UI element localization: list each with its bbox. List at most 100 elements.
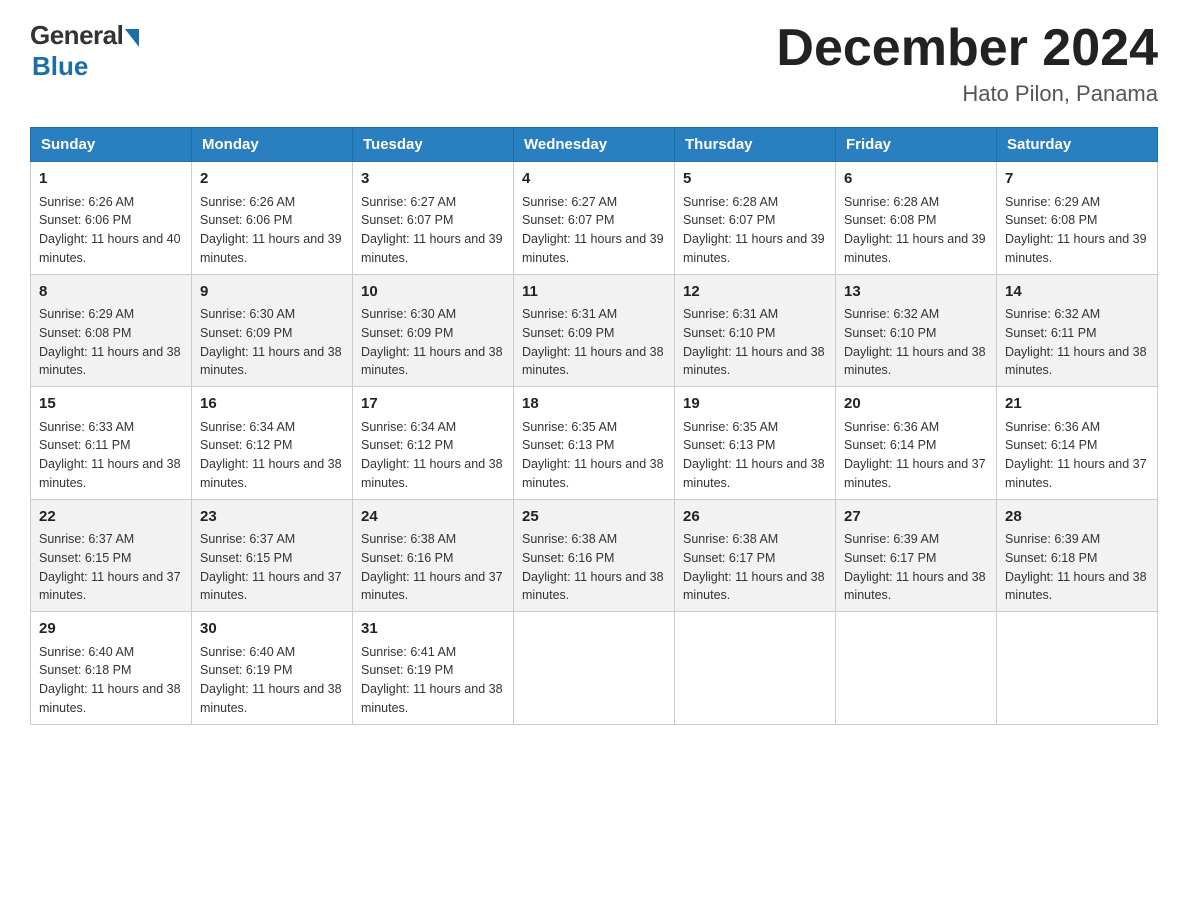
table-row — [514, 612, 675, 725]
table-row: 2 Sunrise: 6:26 AMSunset: 6:06 PMDaylight… — [192, 162, 353, 275]
day-info: Sunrise: 6:37 AMSunset: 6:15 PMDaylight:… — [200, 532, 342, 602]
day-info: Sunrise: 6:41 AMSunset: 6:19 PMDaylight:… — [361, 645, 503, 715]
day-info: Sunrise: 6:30 AMSunset: 6:09 PMDaylight:… — [200, 307, 342, 377]
day-number: 5 — [683, 168, 827, 191]
logo-arrow-icon — [125, 29, 139, 47]
day-number: 27 — [844, 506, 988, 529]
calendar-week-row: 29 Sunrise: 6:40 AMSunset: 6:18 PMDayligh… — [31, 612, 1158, 725]
day-number: 19 — [683, 393, 827, 416]
day-info: Sunrise: 6:38 AMSunset: 6:16 PMDaylight:… — [361, 532, 503, 602]
table-row: 4 Sunrise: 6:27 AMSunset: 6:07 PMDaylight… — [514, 162, 675, 275]
calendar-week-row: 22 Sunrise: 6:37 AMSunset: 6:15 PMDayligh… — [31, 499, 1158, 612]
day-number: 15 — [39, 393, 183, 416]
table-row: 12Sunrise: 6:31 AMSunset: 6:10 PMDayligh… — [675, 274, 836, 387]
day-number: 21 — [1005, 393, 1149, 416]
day-info: Sunrise: 6:39 AMSunset: 6:17 PMDaylight:… — [844, 532, 986, 602]
month-title: December 2024 — [776, 20, 1158, 77]
table-row: 22Sunrise: 6:37 AMSunset: 6:15 PMDayligh… — [31, 499, 192, 612]
day-info: Sunrise: 6:35 AMSunset: 6:13 PMDaylight:… — [522, 420, 664, 490]
logo-general-text: General — [30, 20, 123, 51]
table-row: 28 Sunrise: 6:39 AMSunset: 6:18 PMDayligh… — [997, 499, 1158, 612]
header-friday: Friday — [836, 128, 997, 162]
day-info: Sunrise: 6:34 AMSunset: 6:12 PMDaylight:… — [361, 420, 503, 490]
table-row: 17 Sunrise: 6:34 AMSunset: 6:12 PMDayligh… — [353, 387, 514, 500]
table-row: 8Sunrise: 6:29 AMSunset: 6:08 PMDaylight… — [31, 274, 192, 387]
day-info: Sunrise: 6:40 AMSunset: 6:18 PMDaylight:… — [39, 645, 181, 715]
table-row: 25 Sunrise: 6:38 AMSunset: 6:16 PMDayligh… — [514, 499, 675, 612]
day-info: Sunrise: 6:32 AMSunset: 6:11 PMDaylight:… — [1005, 307, 1147, 377]
day-number: 13 — [844, 281, 988, 304]
table-row: 30 Sunrise: 6:40 AMSunset: 6:19 PMDayligh… — [192, 612, 353, 725]
day-number: 4 — [522, 168, 666, 191]
title-section: December 2024 Hato Pilon, Panama — [776, 20, 1158, 107]
day-number: 17 — [361, 393, 505, 416]
calendar-week-row: 8Sunrise: 6:29 AMSunset: 6:08 PMDaylight… — [31, 274, 1158, 387]
table-row: 21Sunrise: 6:36 AMSunset: 6:14 PMDayligh… — [997, 387, 1158, 500]
day-number: 2 — [200, 168, 344, 191]
day-info: Sunrise: 6:31 AMSunset: 6:09 PMDaylight:… — [522, 307, 664, 377]
table-row: 20Sunrise: 6:36 AMSunset: 6:14 PMDayligh… — [836, 387, 997, 500]
day-info: Sunrise: 6:35 AMSunset: 6:13 PMDaylight:… — [683, 420, 825, 490]
day-number: 24 — [361, 506, 505, 529]
table-row: 6 Sunrise: 6:28 AMSunset: 6:08 PMDaylight… — [836, 162, 997, 275]
day-number: 29 — [39, 618, 183, 641]
day-info: Sunrise: 6:31 AMSunset: 6:10 PMDaylight:… — [683, 307, 825, 377]
header-wednesday: Wednesday — [514, 128, 675, 162]
day-info: Sunrise: 6:28 AMSunset: 6:08 PMDaylight:… — [844, 195, 986, 265]
day-info: Sunrise: 6:33 AMSunset: 6:11 PMDaylight:… — [39, 420, 181, 490]
day-info: Sunrise: 6:26 AMSunset: 6:06 PMDaylight:… — [200, 195, 342, 265]
table-row: 3 Sunrise: 6:27 AMSunset: 6:07 PMDaylight… — [353, 162, 514, 275]
table-row: 15 Sunrise: 6:33 AMSunset: 6:11 PMDayligh… — [31, 387, 192, 500]
day-number: 23 — [200, 506, 344, 529]
table-row: 9 Sunrise: 6:30 AMSunset: 6:09 PMDaylight… — [192, 274, 353, 387]
header-thursday: Thursday — [675, 128, 836, 162]
calendar-table: Sunday Monday Tuesday Wednesday Thursday… — [30, 127, 1158, 725]
day-info: Sunrise: 6:29 AMSunset: 6:08 PMDaylight:… — [1005, 195, 1147, 265]
table-row: 26Sunrise: 6:38 AMSunset: 6:17 PMDayligh… — [675, 499, 836, 612]
day-number: 11 — [522, 281, 666, 304]
day-info: Sunrise: 6:26 AMSunset: 6:06 PMDaylight:… — [39, 195, 181, 265]
day-number: 28 — [1005, 506, 1149, 529]
logo-blue-text: Blue — [32, 51, 88, 82]
day-number: 6 — [844, 168, 988, 191]
table-row: 27 Sunrise: 6:39 AMSunset: 6:17 PMDayligh… — [836, 499, 997, 612]
table-row — [997, 612, 1158, 725]
table-row: 23 Sunrise: 6:37 AMSunset: 6:15 PMDayligh… — [192, 499, 353, 612]
header-monday: Monday — [192, 128, 353, 162]
table-row: 19 Sunrise: 6:35 AMSunset: 6:13 PMDayligh… — [675, 387, 836, 500]
day-number: 14 — [1005, 281, 1149, 304]
day-info: Sunrise: 6:38 AMSunset: 6:17 PMDaylight:… — [683, 532, 825, 602]
day-number: 10 — [361, 281, 505, 304]
table-row: 7Sunrise: 6:29 AMSunset: 6:08 PMDaylight… — [997, 162, 1158, 275]
day-info: Sunrise: 6:34 AMSunset: 6:12 PMDaylight:… — [200, 420, 342, 490]
header-saturday: Saturday — [997, 128, 1158, 162]
day-number: 16 — [200, 393, 344, 416]
header-tuesday: Tuesday — [353, 128, 514, 162]
location-text: Hato Pilon, Panama — [776, 81, 1158, 107]
day-number: 30 — [200, 618, 344, 641]
day-number: 9 — [200, 281, 344, 304]
day-number: 3 — [361, 168, 505, 191]
day-number: 22 — [39, 506, 183, 529]
table-row — [836, 612, 997, 725]
table-row: 14 Sunrise: 6:32 AMSunset: 6:11 PMDayligh… — [997, 274, 1158, 387]
day-info: Sunrise: 6:36 AMSunset: 6:14 PMDaylight:… — [844, 420, 986, 490]
day-info: Sunrise: 6:27 AMSunset: 6:07 PMDaylight:… — [361, 195, 503, 265]
calendar-week-row: 15 Sunrise: 6:33 AMSunset: 6:11 PMDayligh… — [31, 387, 1158, 500]
table-row — [675, 612, 836, 725]
page-header: General Blue December 2024 Hato Pilon, P… — [30, 20, 1158, 107]
day-info: Sunrise: 6:39 AMSunset: 6:18 PMDaylight:… — [1005, 532, 1147, 602]
day-number: 25 — [522, 506, 666, 529]
table-row: 10Sunrise: 6:30 AMSunset: 6:09 PMDayligh… — [353, 274, 514, 387]
table-row: 31Sunrise: 6:41 AMSunset: 6:19 PMDayligh… — [353, 612, 514, 725]
calendar-week-row: 1 Sunrise: 6:26 AMSunset: 6:06 PMDaylight… — [31, 162, 1158, 275]
day-info: Sunrise: 6:32 AMSunset: 6:10 PMDaylight:… — [844, 307, 986, 377]
table-row: 13 Sunrise: 6:32 AMSunset: 6:10 PMDayligh… — [836, 274, 997, 387]
table-row: 24 Sunrise: 6:38 AMSunset: 6:16 PMDayligh… — [353, 499, 514, 612]
day-number: 1 — [39, 168, 183, 191]
day-info: Sunrise: 6:38 AMSunset: 6:16 PMDaylight:… — [522, 532, 664, 602]
table-row: 1 Sunrise: 6:26 AMSunset: 6:06 PMDaylight… — [31, 162, 192, 275]
day-info: Sunrise: 6:27 AMSunset: 6:07 PMDaylight:… — [522, 195, 664, 265]
day-info: Sunrise: 6:40 AMSunset: 6:19 PMDaylight:… — [200, 645, 342, 715]
day-number: 8 — [39, 281, 183, 304]
